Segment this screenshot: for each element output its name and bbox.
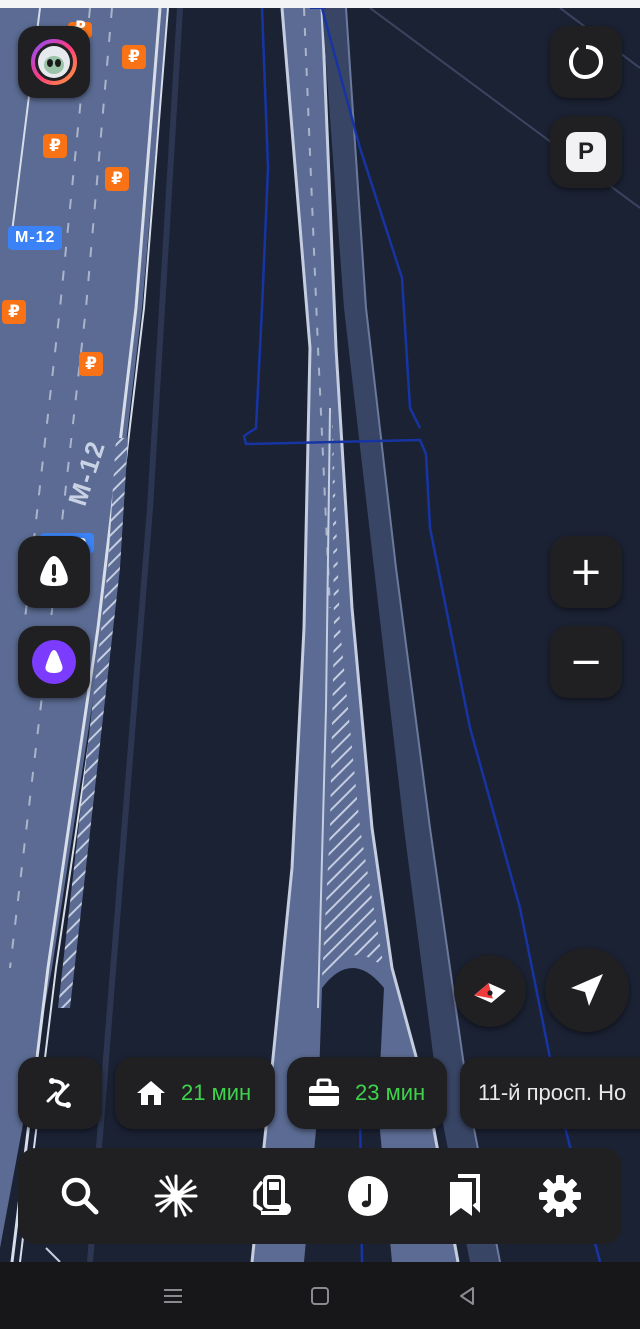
home-travel-time: 21 мин [181, 1080, 252, 1105]
discovery-button[interactable] [141, 1161, 211, 1231]
bookmarks-button[interactable] [429, 1161, 499, 1231]
layers-icon [569, 45, 604, 79]
toll-marker[interactable]: ₽ [79, 352, 103, 376]
fuel-station-icon [253, 1175, 291, 1215]
search-button[interactable] [45, 1161, 115, 1231]
settings-button[interactable] [525, 1161, 595, 1231]
bottom-toolbar [18, 1148, 622, 1244]
toll-marker[interactable]: ₽ [2, 300, 26, 324]
road-event-button[interactable] [18, 536, 90, 608]
toll-marker[interactable]: ₽ [105, 167, 129, 191]
layers-button[interactable] [550, 26, 622, 98]
my-location-arrow-icon [571, 974, 603, 1006]
profile-avatar-icon [31, 39, 77, 85]
home-icon [137, 1081, 165, 1105]
back-icon[interactable] [455, 1284, 479, 1308]
home-route-chip[interactable]: 21 мин [115, 1057, 275, 1129]
settings-gear-icon [539, 1175, 581, 1217]
alice-button[interactable] [18, 626, 90, 698]
alice-voice-icon [32, 640, 76, 684]
compass-icon [474, 983, 506, 1003]
road-event-icon [40, 556, 68, 586]
discovery-icon [154, 1174, 198, 1218]
my-location-button[interactable] [545, 948, 629, 1032]
profile-button[interactable] [18, 26, 90, 98]
work-route-chip[interactable]: 23 мин [287, 1057, 447, 1129]
toll-marker[interactable]: ₽ [122, 45, 146, 69]
navigator-screen: { "map": { "road_shield_top": "M-12", "r… [0, 0, 640, 1329]
zoom-out-button[interactable]: − [550, 626, 622, 698]
recent-address-text: 11-й просп. Но [478, 1080, 627, 1105]
zoom-in-button[interactable]: + [550, 536, 622, 608]
compass-button[interactable] [454, 955, 526, 1027]
recent-address-chip[interactable]: 11-й просп. Но [460, 1057, 640, 1129]
music-icon [348, 1176, 388, 1216]
parking-icon: P [566, 132, 606, 172]
route-options-chip[interactable] [18, 1057, 102, 1129]
system-navigation-bar [0, 1262, 640, 1329]
status-bar-edge [0, 0, 640, 8]
home-system-icon[interactable] [308, 1284, 332, 1308]
toll-marker[interactable]: ₽ [43, 134, 67, 158]
plus-icon: + [569, 549, 603, 595]
fuel-button[interactable] [237, 1161, 307, 1231]
minus-icon: − [569, 639, 603, 685]
bookmarks-icon [450, 1174, 480, 1216]
route-options-icon [46, 1078, 71, 1108]
parking-button[interactable]: P [550, 116, 622, 188]
road-shield-m12: M-12 [8, 226, 63, 250]
recent-apps-icon[interactable] [161, 1284, 185, 1308]
search-icon [61, 1177, 99, 1215]
music-button[interactable] [333, 1161, 403, 1231]
work-travel-time: 23 мин [355, 1080, 426, 1105]
briefcase-icon [309, 1078, 339, 1106]
